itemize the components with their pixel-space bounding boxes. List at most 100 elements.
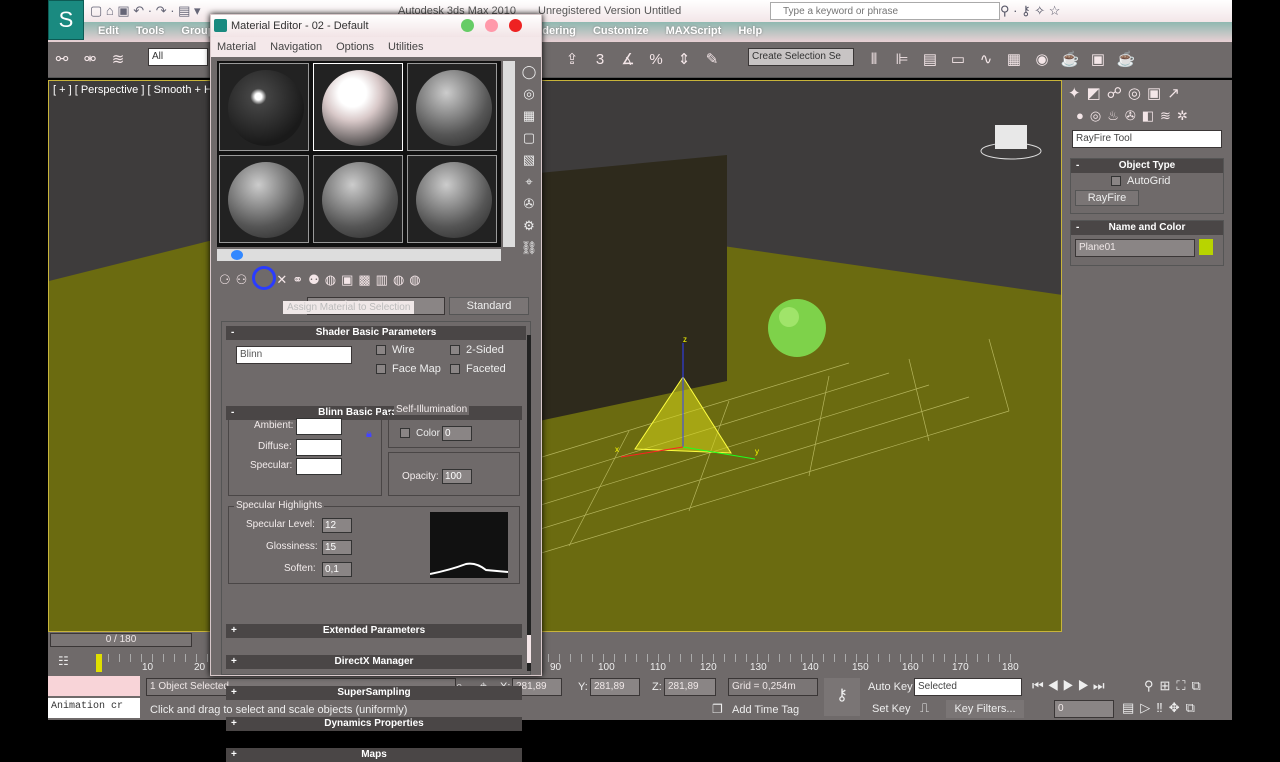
current-frame-input[interactable]: 0 xyxy=(1054,700,1114,718)
edit-named-selection-icon[interactable]: ✎ xyxy=(701,49,723,71)
menu-maxscript[interactable]: MAXScript xyxy=(666,25,722,37)
mirror-icon[interactable]: ⫴ xyxy=(863,49,885,71)
layer-manager-icon[interactable]: ▤ xyxy=(919,49,941,71)
parameters-scrollbar[interactable] xyxy=(527,335,531,671)
side-tool-icons[interactable]: ◯ ◎ ▦ ▢ ▧ ⌖ ✇ ⚙ ⛓ xyxy=(519,61,539,259)
maxscript-listener[interactable] xyxy=(48,676,140,696)
material-editor-icon[interactable]: ◉ xyxy=(1031,49,1053,71)
glossiness-spinner[interactable]: 15 xyxy=(322,540,352,555)
sample-slot[interactable] xyxy=(407,63,497,151)
rollout-supersampling[interactable]: SuperSampling xyxy=(337,687,410,698)
menu-edit[interactable]: Edit xyxy=(98,25,119,37)
wire-checkbox[interactable] xyxy=(376,345,386,356)
time-tag-icon[interactable]: ❐ xyxy=(712,702,723,716)
slot-scrollbar[interactable] xyxy=(217,249,501,261)
shader-dropdown[interactable]: Blinn xyxy=(236,346,352,364)
slot-vscrollbar[interactable] xyxy=(503,61,515,247)
named-selection-dropdown[interactable]: Create Selection Se xyxy=(748,48,854,66)
percent-snap-icon[interactable]: % xyxy=(645,49,667,71)
snap-3d-icon[interactable]: 3 xyxy=(589,49,611,71)
faceted-checkbox[interactable] xyxy=(450,364,460,375)
sample-slot[interactable] xyxy=(219,155,309,243)
menu-customize[interactable]: Customize xyxy=(593,25,649,37)
material-type-button[interactable]: Standard xyxy=(449,297,529,315)
rollout-title[interactable]: Shader Basic Parameters xyxy=(316,327,437,338)
viewport-label[interactable]: [ + ] [ Perspective ] [ Smooth + Hig xyxy=(53,84,221,96)
autogrid-checkbox[interactable] xyxy=(1111,176,1121,187)
set-key-button[interactable]: Set Key xyxy=(872,703,911,715)
ambient-swatch[interactable] xyxy=(296,418,342,435)
menu-navigation[interactable]: Navigation xyxy=(270,41,322,53)
add-time-tag-button[interactable]: Add Time Tag xyxy=(732,704,799,716)
time-slider[interactable]: 0 / 180 xyxy=(50,633,192,647)
face-map-checkbox[interactable] xyxy=(376,364,386,375)
lock-colors-icon[interactable]: 🔒︎ xyxy=(366,428,372,441)
infocenter-icons[interactable]: ⚲ · ⚷ ✧ ☆ xyxy=(1000,3,1060,19)
material-editor-titlebar[interactable]: Material Editor - 02 - Default xyxy=(211,15,541,37)
rollout-maps[interactable]: Maps xyxy=(361,749,387,760)
link-icon[interactable]: ⚯ xyxy=(51,49,73,71)
sample-slot[interactable] xyxy=(407,155,497,243)
z-coordinate[interactable]: 281,89 xyxy=(664,678,716,696)
rollout-directx-manager[interactable]: DirectX Manager xyxy=(335,656,414,667)
viewport-navigation-icons[interactable]: ⚲⊞⛶⧉ xyxy=(1144,678,1207,694)
maxscript-output[interactable]: Animation cr xyxy=(48,698,140,718)
rayfire-button[interactable]: RayFire xyxy=(1075,190,1139,206)
create-category-icons[interactable]: ●◎♨✇◧≋✲ xyxy=(1062,106,1232,126)
rollout-title[interactable]: Name and Color xyxy=(1109,222,1186,233)
menu-utilities[interactable]: Utilities xyxy=(388,41,423,53)
search-input[interactable] xyxy=(770,2,1000,20)
sample-slot-active[interactable] xyxy=(313,63,403,151)
render-icon[interactable]: ☕ xyxy=(1115,49,1137,71)
specular-level-spinner[interactable]: 12 xyxy=(322,518,352,533)
time-slider-marker[interactable] xyxy=(96,654,102,672)
unlink-icon[interactable]: ⚮ xyxy=(79,49,101,71)
rendered-frame-icon[interactable]: ▣ xyxy=(1087,49,1109,71)
object-name-input[interactable]: Plane01 xyxy=(1075,239,1195,257)
quick-access-toolbar[interactable]: ▢ ⌂ ▣ ↶ · ↷ · ▤ ▾ xyxy=(90,3,201,19)
object-color-swatch[interactable] xyxy=(1199,239,1213,255)
rollout-extended-parameters[interactable]: Extended Parameters xyxy=(323,625,425,636)
close-button[interactable] xyxy=(509,19,522,32)
key-filters-button[interactable]: Key Filters... xyxy=(946,700,1024,718)
app-logo[interactable]: S xyxy=(48,0,84,40)
object-category-dropdown[interactable]: RayFire Tool xyxy=(1072,130,1222,148)
curve-editor-icon[interactable]: ∿ xyxy=(975,49,997,71)
rollout-title[interactable]: Object Type xyxy=(1119,160,1176,171)
command-panel-tabs[interactable]: ✦◩☍◎▣↗ xyxy=(1062,80,1232,106)
maximize-button[interactable] xyxy=(485,19,498,32)
y-coordinate[interactable]: 281,89 xyxy=(590,678,640,696)
menu-options[interactable]: Options xyxy=(336,41,374,53)
bind-spacewarp-icon[interactable]: ≋ xyxy=(107,49,129,71)
schematic-view-icon[interactable]: ▦ xyxy=(1003,49,1025,71)
select-and-manipulate-icon[interactable]: ⇪ xyxy=(561,49,583,71)
perspective-viewport[interactable]: [ + ] [ Perspective ] [ Smooth + Hig z x… xyxy=(48,80,1062,632)
sample-slot[interactable] xyxy=(313,155,403,243)
playback-controls[interactable]: ⏮ ◀ ▶ ▶ ⏭ xyxy=(1032,678,1105,694)
auto-key-button[interactable]: Auto Key xyxy=(868,681,913,693)
graphite-tools-icon[interactable]: ▭ xyxy=(947,49,969,71)
key-mode-dropdown[interactable]: Selected xyxy=(914,678,1022,696)
opacity-spinner[interactable]: 100 xyxy=(442,469,472,484)
viewport-navigation-icons-2[interactable]: ▤▷‼✥⧉ xyxy=(1122,700,1201,716)
align-icon[interactable]: ⊫ xyxy=(891,49,913,71)
angle-snap-icon[interactable]: ∡ xyxy=(617,49,639,71)
menu-tools[interactable]: Tools xyxy=(136,25,165,37)
two-sided-checkbox[interactable] xyxy=(450,345,460,356)
material-toolbar[interactable]: ⚆⚇ ✕⚭⚉◍▣▩▥◍◍ xyxy=(219,266,426,290)
assign-material-icon[interactable] xyxy=(252,266,277,290)
key-icon[interactable]: ⚷ xyxy=(824,678,860,716)
soften-spinner[interactable]: 0,1 xyxy=(322,562,352,577)
specular-swatch[interactable] xyxy=(296,458,342,475)
menu-help[interactable]: Help xyxy=(738,25,762,37)
tangent-icon[interactable]: ⎍ xyxy=(920,700,929,716)
toggle-trackbar-icon[interactable]: ☷ xyxy=(58,654,69,668)
selection-filter-dropdown[interactable]: All xyxy=(148,48,208,66)
spinner-snap-icon[interactable]: ⇕ xyxy=(673,49,695,71)
render-setup-icon[interactable]: ☕ xyxy=(1059,49,1081,71)
diffuse-swatch[interactable] xyxy=(296,439,342,456)
self-illum-value[interactable]: 0 xyxy=(442,426,472,441)
menu-material[interactable]: Material xyxy=(217,41,256,53)
minimize-button[interactable] xyxy=(461,19,474,32)
self-illum-color-checkbox[interactable] xyxy=(400,428,410,439)
